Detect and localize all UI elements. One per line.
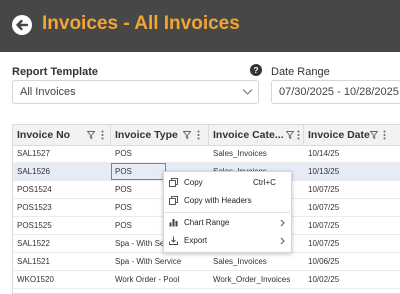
column-menu-icon[interactable] [101,130,104,140]
invoice-no-cell[interactable]: SAL1521 [13,253,111,270]
export-icon [169,236,178,245]
invoice-no-cell[interactable]: POS1524 [13,181,111,198]
column-label: Invoice No [17,129,71,141]
invoice-no-cell[interactable]: SAL1527 [13,145,111,162]
invoice-date-cell[interactable]: 10/07/25 [304,181,400,198]
invoice-date-cell[interactable]: 10/06/25 [304,253,400,270]
menu-item-copy-with-headers[interactable]: Copy with Headers [164,193,291,209]
menu-item-label: Export [184,236,208,245]
table-row[interactable]: SAL1521 Spa - With Service Sales_Invoice… [13,253,400,271]
invoice-no-cell[interactable]: POS1525 [13,217,111,234]
table-row[interactable]: WKO1520 Work Order - Pool Work_Order_Inv… [13,271,400,289]
filter-icon[interactable] [370,131,378,139]
grid-header: Invoice No Invoice Type Invoice Cate... … [13,125,400,146]
menu-item-copy[interactable]: Copy Ctrl+C [164,175,291,191]
menu-item-label: Copy with Headers [184,196,252,205]
invoice-no-cell[interactable]: SAL1522 [13,235,111,252]
chevron-right-icon [280,237,285,245]
menu-item-chart-range[interactable]: Chart Range [164,215,291,231]
help-icon[interactable]: ? [250,64,262,76]
column-header-invoice-category[interactable]: Invoice Cate... [209,125,304,145]
column-label: Invoice Type [115,129,178,141]
column-header-invoice-date[interactable]: Invoice Date [304,125,400,145]
invoice-date-cell[interactable]: 10/13/25 [304,163,400,180]
svg-text:?: ? [253,65,258,75]
context-menu: Copy Ctrl+C Copy with Headers Chart Rang… [163,171,292,253]
invoice-date-cell[interactable]: 10/07/25 [304,217,400,234]
filter-icon[interactable] [183,131,191,139]
back-arrow-icon[interactable] [11,14,33,36]
page-title: Invoices - All Invoices [42,13,240,34]
copy-icon [169,196,178,205]
invoice-type-cell-focused[interactable]: POS [111,163,166,180]
chevron-right-icon [280,219,285,227]
menu-item-label: Chart Range [184,218,230,227]
invoice-no-cell[interactable]: POS1523 [13,199,111,216]
invoice-type-cell[interactable]: POS [111,145,209,162]
date-range-input[interactable]: 07/30/2025 - 10/28/2025 [271,80,400,104]
date-range-value: 07/30/2025 - 10/28/2025 [279,86,399,98]
date-range-label: Date Range [271,66,330,78]
column-header-invoice-no[interactable]: Invoice No [13,125,111,145]
report-template-value: All Invoices [20,86,76,98]
menu-separator [165,212,290,213]
column-label: Invoice Date [308,129,370,141]
chevron-down-icon [242,89,253,95]
column-label: Invoice Cate... [213,129,284,141]
invoice-date-cell[interactable]: 10/07/25 [304,199,400,216]
invoice-date-cell[interactable]: 10/07/25 [304,235,400,252]
invoice-no-cell[interactable]: SAL1526 [13,163,111,180]
invoice-date-cell[interactable]: 10/02/25 [304,271,400,288]
report-template-select[interactable]: All Invoices [12,80,259,104]
app-header: Invoices - All Invoices [0,0,400,52]
invoice-category-cell[interactable]: Sales_Invoices [209,253,304,270]
invoice-category-cell[interactable]: Sales_Invoices [209,145,304,162]
menu-item-export[interactable]: Export [164,233,291,249]
copy-icon [169,178,178,187]
column-header-invoice-type[interactable]: Invoice Type [111,125,209,145]
filter-icon[interactable] [87,131,95,139]
filter-icon[interactable] [286,131,294,139]
menu-item-label: Copy [184,178,203,187]
column-menu-icon[interactable] [297,130,300,140]
invoice-date-cell[interactable]: 10/14/25 [304,145,400,162]
invoice-no-cell[interactable]: WKO1520 [13,271,111,288]
bar-chart-icon [169,219,178,227]
invoice-type-cell[interactable]: Spa - With Service [111,253,209,270]
column-menu-icon[interactable] [197,130,200,140]
table-row[interactable]: SAL1527 POS Sales_Invoices 10/14/25 [13,145,400,163]
invoice-type-cell[interactable]: Work Order - Pool [111,271,209,288]
report-template-label: Report Template [12,66,98,78]
shortcut-label: Ctrl+C [253,178,276,187]
invoice-category-cell[interactable]: Work_Order_Invoices [209,271,304,288]
column-menu-icon[interactable] [383,130,386,140]
